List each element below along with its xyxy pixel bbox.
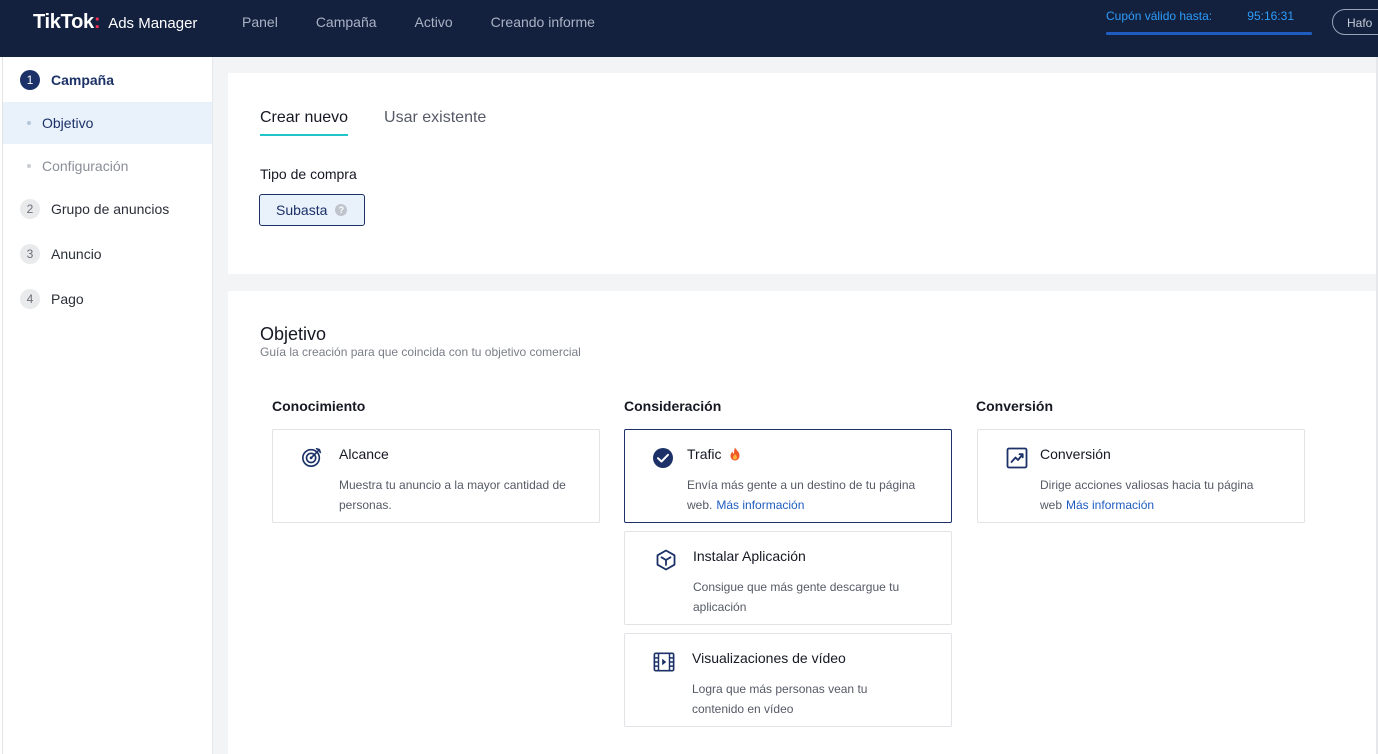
sidebar-step-campaign[interactable]: 1 Campaña [20, 70, 114, 90]
step-label: Pago [51, 291, 84, 307]
purchase-type-label: Tipo de compra [260, 166, 357, 182]
objective-subtitle: Guía la creación para que coincida con t… [260, 345, 581, 359]
trend-chart-icon [1006, 447, 1028, 469]
tiktok-logo: TikTok: [33, 11, 101, 33]
objective-option-video-views[interactable]: Visualizaciones de vídeo Logra que más p… [624, 633, 952, 727]
step-number: 2 [20, 199, 40, 219]
bullet-icon [27, 164, 31, 168]
main-nav: Panel Campaña Activo Creando informe [242, 14, 633, 30]
option-title: Trafic [687, 446, 722, 462]
auction-option[interactable]: Subasta ? [259, 194, 365, 226]
option-description: Muestra tu anuncio a la mayor cantidad d… [339, 478, 566, 512]
step-number: 4 [20, 289, 40, 309]
objective-title: Objetivo [260, 324, 327, 344]
tab-create-new[interactable]: Crear nuevo [260, 109, 349, 136]
objective-option-traffic[interactable]: Trafic Envía más gente a un destino de t… [624, 429, 952, 523]
option-title: Alcance [339, 446, 389, 462]
option-description: Dirige acciones valiosas hacia tu página… [1040, 475, 1270, 515]
fire-icon [730, 447, 740, 461]
video-icon [653, 652, 675, 672]
nav-panel[interactable]: Panel [242, 14, 278, 30]
step-label: Campaña [51, 72, 115, 88]
option-title: Visualizaciones de vídeo [692, 650, 846, 666]
coupon-time: 95:16:31 [1247, 9, 1294, 23]
option-description: Envía más gente a un destino de tu págin… [687, 475, 917, 515]
campaign-tabs: Crear nuevo Usar existente [260, 109, 522, 136]
check-circle-icon [653, 448, 673, 468]
option-description: Consigue que más gente descargue tu apli… [693, 580, 900, 614]
sidebar-substep-settings[interactable]: Configuración [3, 145, 212, 187]
learn-more-link[interactable]: Más información [1066, 498, 1154, 512]
coupon-progress-fill [1106, 32, 1312, 35]
column-consideration: Consideración [624, 398, 722, 414]
nav-reporting[interactable]: Creando informe [491, 14, 595, 30]
substep-label: Objetivo [42, 115, 94, 131]
account-button[interactable]: Hafo [1332, 9, 1378, 35]
step-label: Anuncio [51, 246, 102, 262]
coupon-timer: Cupón válido hasta: 95:16:31 [1106, 9, 1312, 35]
coupon-progress-bar [1106, 32, 1312, 35]
option-description: Logra que más personas vean tu contenido… [692, 682, 868, 716]
objective-option-app-install[interactable]: Instalar Aplicación Consigue que más gen… [624, 531, 952, 625]
nav-asset[interactable]: Activo [415, 14, 453, 30]
substep-label: Configuración [42, 158, 129, 174]
step-label: Grupo de anuncios [51, 201, 170, 217]
cube-icon [656, 549, 676, 571]
option-title: Conversión [1040, 446, 1111, 462]
option-title-row: Trafic [687, 446, 741, 462]
sidebar-substep-objective[interactable]: Objetivo [3, 102, 212, 144]
ads-manager-label: Ads Manager [108, 15, 198, 32]
top-bar: TikTok: Ads Manager Panel Campaña Activo… [0, 0, 1378, 57]
sidebar: 1 Campaña Objetivo Configuración 2 Grupo… [3, 57, 213, 754]
option-title: Instalar Aplicación [693, 548, 806, 564]
auction-label: Subasta [276, 202, 328, 218]
step-number: 3 [20, 244, 40, 264]
objective-option-reach[interactable]: Alcance Muestra tu anuncio a la mayor ca… [272, 429, 600, 523]
coupon-label: Cupón válido hasta: [1106, 9, 1213, 23]
objective-card: Objetivo Guía la creación para que coinc… [228, 291, 1378, 754]
sidebar-step-payment[interactable]: 4 Pago [20, 289, 84, 309]
bullet-icon [27, 121, 31, 125]
brand-logo[interactable]: TikTok: Ads Manager [33, 11, 197, 34]
learn-more-link[interactable]: Más información [716, 498, 804, 512]
objective-option-conversion[interactable]: Conversión Dirige acciones valiosas haci… [977, 429, 1305, 523]
target-icon [302, 447, 322, 467]
tab-use-existing[interactable]: Usar existente [384, 109, 486, 136]
column-awareness: Conocimiento [272, 398, 366, 414]
purchase-card: Crear nuevo Usar existente Tipo de compr… [228, 73, 1378, 274]
column-conversion: Conversión [976, 398, 1054, 414]
help-icon[interactable]: ? [335, 204, 348, 216]
nav-campaign[interactable]: Campaña [316, 14, 377, 30]
sidebar-step-ad[interactable]: 3 Anuncio [20, 244, 102, 264]
sidebar-step-ad-group[interactable]: 2 Grupo de anuncios [20, 199, 169, 219]
step-number: 1 [20, 70, 40, 90]
